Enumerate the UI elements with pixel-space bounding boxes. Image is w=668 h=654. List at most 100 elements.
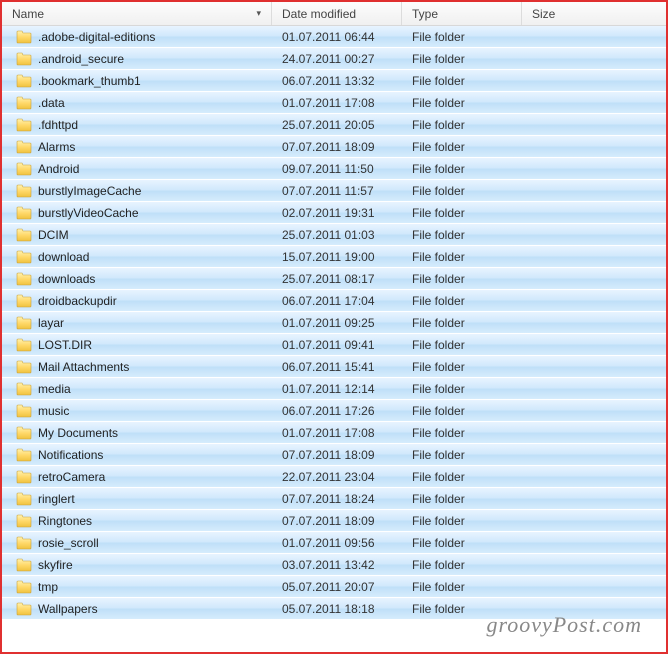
- file-name-label: .bookmark_thumb1: [38, 74, 141, 88]
- file-name-label: My Documents: [38, 426, 118, 440]
- folder-icon: [16, 558, 32, 572]
- file-type-cell: File folder: [402, 382, 522, 396]
- file-type-cell: File folder: [402, 338, 522, 352]
- file-row[interactable]: tmp05.07.2011 20:07File folder: [2, 576, 666, 598]
- file-type-cell: File folder: [402, 536, 522, 550]
- file-type-cell: File folder: [402, 580, 522, 594]
- file-row[interactable]: .adobe-digital-editions01.07.2011 06:44F…: [2, 26, 666, 48]
- file-row[interactable]: LOST.DIR01.07.2011 09:41File folder: [2, 334, 666, 356]
- file-name-label: Alarms: [38, 140, 75, 154]
- file-date-cell: 24.07.2011 00:27: [272, 52, 402, 66]
- folder-icon: [16, 602, 32, 616]
- file-row[interactable]: Ringtones07.07.2011 18:09File folder: [2, 510, 666, 532]
- file-name-cell: Mail Attachments: [2, 360, 272, 374]
- file-row[interactable]: music06.07.2011 17:26File folder: [2, 400, 666, 422]
- file-type-cell: File folder: [402, 360, 522, 374]
- column-label: Name: [12, 7, 44, 21]
- file-date-cell: 06.07.2011 13:32: [272, 74, 402, 88]
- file-date-cell: 06.07.2011 17:04: [272, 294, 402, 308]
- file-row[interactable]: Mail Attachments06.07.2011 15:41File fol…: [2, 356, 666, 378]
- file-type-cell: File folder: [402, 206, 522, 220]
- file-type-cell: File folder: [402, 184, 522, 198]
- file-name-cell: Alarms: [2, 140, 272, 154]
- file-row[interactable]: retroCamera22.07.2011 23:04File folder: [2, 466, 666, 488]
- folder-icon: [16, 162, 32, 176]
- file-row[interactable]: downloads25.07.2011 08:17File folder: [2, 268, 666, 290]
- column-header-date[interactable]: Date modified: [272, 2, 402, 25]
- column-header-size[interactable]: Size: [522, 2, 666, 25]
- file-date-cell: 01.07.2011 12:14: [272, 382, 402, 396]
- file-type-cell: File folder: [402, 118, 522, 132]
- file-name-cell: download: [2, 250, 272, 264]
- file-row[interactable]: layar01.07.2011 09:25File folder: [2, 312, 666, 334]
- folder-icon: [16, 250, 32, 264]
- folder-icon: [16, 272, 32, 286]
- file-name-label: Mail Attachments: [38, 360, 129, 374]
- file-date-cell: 01.07.2011 09:56: [272, 536, 402, 550]
- file-name-label: media: [38, 382, 71, 396]
- file-date-cell: 02.07.2011 19:31: [272, 206, 402, 220]
- file-type-cell: File folder: [402, 294, 522, 308]
- file-name-cell: Android: [2, 162, 272, 176]
- file-type-cell: File folder: [402, 162, 522, 176]
- folder-icon: [16, 536, 32, 550]
- file-name-label: .android_secure: [38, 52, 124, 66]
- file-row[interactable]: media 01.07.2011 12:14File folder: [2, 378, 666, 400]
- file-date-cell: 15.07.2011 19:00: [272, 250, 402, 264]
- file-row[interactable]: DCIM25.07.2011 01:03File folder: [2, 224, 666, 246]
- file-date-cell: 01.07.2011 06:44: [272, 30, 402, 44]
- file-row[interactable]: rosie_scroll 01.07.2011 09:56File folder: [2, 532, 666, 554]
- file-date-cell: 09.07.2011 11:50: [272, 162, 402, 176]
- file-row[interactable]: Android09.07.2011 11:50File folder: [2, 158, 666, 180]
- file-row[interactable]: .data01.07.2011 17:08File folder: [2, 92, 666, 114]
- file-type-cell: File folder: [402, 558, 522, 572]
- column-label: Size: [532, 7, 555, 21]
- folder-icon: [16, 30, 32, 44]
- folder-icon: [16, 404, 32, 418]
- file-row[interactable]: ringlert07.07.2011 18:24File folder: [2, 488, 666, 510]
- file-name-label: Wallpapers: [38, 602, 98, 616]
- file-name-label: LOST.DIR: [38, 338, 92, 352]
- file-name-cell: Ringtones: [2, 514, 272, 528]
- file-name-label: rosie_scroll: [38, 536, 99, 550]
- folder-icon: [16, 360, 32, 374]
- file-row[interactable]: My Documents01.07.2011 17:08File folder: [2, 422, 666, 444]
- folder-icon: [16, 580, 32, 594]
- folder-icon: [16, 294, 32, 308]
- column-header-name[interactable]: Name ▾: [2, 2, 272, 25]
- sort-indicator-icon: ▾: [256, 8, 261, 19]
- file-row[interactable]: .android_secure 24.07.2011 00:27File fold…: [2, 48, 666, 70]
- file-row[interactable]: .bookmark_thumb106.07.2011 13:32File fol…: [2, 70, 666, 92]
- file-date-cell: 25.07.2011 01:03: [272, 228, 402, 242]
- file-row[interactable]: burstlyVideoCache02.07.2011 19:31File fo…: [2, 202, 666, 224]
- file-name-label: downloads: [38, 272, 95, 286]
- file-row[interactable]: .fdhttpd25.07.2011 20:05File folder: [2, 114, 666, 136]
- file-name-cell: media: [2, 382, 272, 396]
- column-header-row: Name ▾ Date modified Type Size: [2, 2, 666, 26]
- file-name-cell: burstlyImageCache: [2, 184, 272, 198]
- file-name-cell: downloads: [2, 272, 272, 286]
- file-name-cell: music: [2, 404, 272, 418]
- folder-icon: [16, 228, 32, 242]
- file-name-label: DCIM: [38, 228, 69, 242]
- file-date-cell: 06.07.2011 17:26: [272, 404, 402, 418]
- file-date-cell: 22.07.2011 23:04: [272, 470, 402, 484]
- file-name-cell: layar: [2, 316, 272, 330]
- file-row[interactable]: Alarms07.07.2011 18:09File folder: [2, 136, 666, 158]
- folder-icon: [16, 206, 32, 220]
- file-row[interactable]: burstlyImageCache07.07.2011 11:57File fo…: [2, 180, 666, 202]
- file-type-cell: File folder: [402, 52, 522, 66]
- file-date-cell: 01.07.2011 17:08: [272, 426, 402, 440]
- file-name-cell: DCIM: [2, 228, 272, 242]
- column-header-type[interactable]: Type: [402, 2, 522, 25]
- file-row[interactable]: download15.07.2011 19:00File folder: [2, 246, 666, 268]
- file-row[interactable]: skyfire03.07.2011 13:42File folder: [2, 554, 666, 576]
- file-date-cell: 01.07.2011 09:25: [272, 316, 402, 330]
- folder-icon: [16, 140, 32, 154]
- file-row[interactable]: Notifications07.07.2011 18:09File folder: [2, 444, 666, 466]
- file-type-cell: File folder: [402, 404, 522, 418]
- file-row[interactable]: droidbackupdir06.07.2011 17:04File folde…: [2, 290, 666, 312]
- file-list-panel: Name ▾ Date modified Type Size .adobe-di…: [2, 2, 666, 620]
- file-type-cell: File folder: [402, 492, 522, 506]
- file-type-cell: File folder: [402, 96, 522, 110]
